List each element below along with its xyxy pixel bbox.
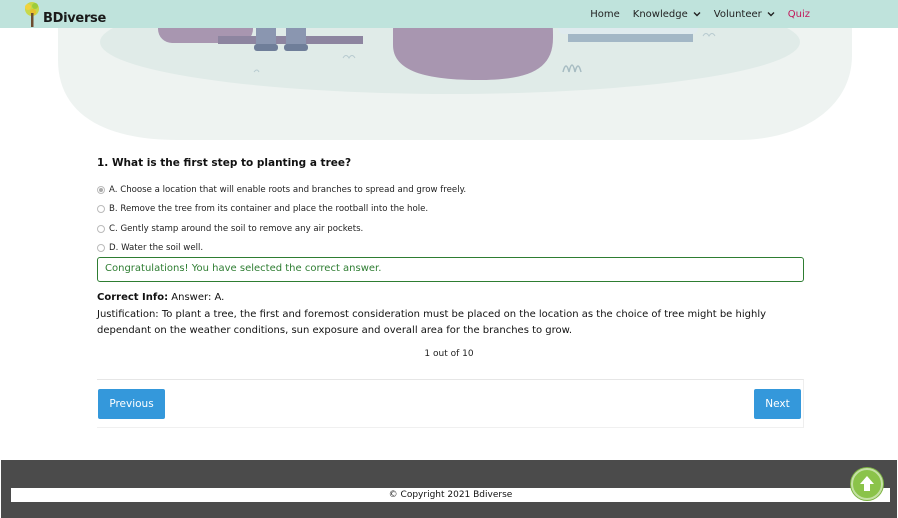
previous-button[interactable]: Previous <box>98 389 165 419</box>
option-d-radio[interactable] <box>97 244 105 253</box>
copyright-text: © Copyright 2021 Bdiverse <box>11 488 890 502</box>
arrow-up-icon <box>860 476 874 491</box>
next-button[interactable]: Next <box>754 389 801 419</box>
footer: © Copyright 2021 Bdiverse <box>1 460 897 518</box>
navigation-buttons: Previous Next <box>97 379 804 428</box>
nav-knowledge-label: Knowledge <box>632 8 688 20</box>
nav-knowledge[interactable]: Knowledge <box>633 9 701 20</box>
brand-name: BDiverse <box>43 11 107 26</box>
chevron-down-icon <box>693 12 701 17</box>
nav-home[interactable]: Home <box>590 9 620 20</box>
top-navbar: BDiverse Home Knowledge Volunteer Quiz <box>0 0 898 28</box>
correct-info-label: Correct Info: <box>97 292 169 303</box>
brand-logo[interactable]: BDiverse <box>22 1 106 27</box>
option-a-label: A. Choose a location that will enable ro… <box>109 184 467 195</box>
nav-volunteer[interactable]: Volunteer <box>714 9 775 20</box>
correct-info-answer: Answer: A. <box>171 292 225 303</box>
option-d-label: D. Water the soil well. <box>109 243 204 254</box>
question-text: 1. What is the first step to planting a … <box>97 157 352 169</box>
option-c-radio[interactable] <box>97 224 105 233</box>
nav-volunteer-label: Volunteer <box>713 8 762 20</box>
answer-options: A. Choose a location that will enable ro… <box>97 180 466 258</box>
justification-text: Justification: To plant a tree, the firs… <box>97 308 767 337</box>
option-a-radio[interactable] <box>97 185 105 194</box>
chevron-down-icon <box>767 12 775 17</box>
quiz-page: BDiverse Home Knowledge Volunteer Quiz 1… <box>0 0 898 518</box>
nav-home-label: Home <box>590 8 620 20</box>
main-nav: Home Knowledge Volunteer Quiz <box>577 0 810 28</box>
option-a[interactable]: A. Choose a location that will enable ro… <box>97 180 466 200</box>
option-c[interactable]: C. Gently stamp around the soil to remov… <box>97 219 466 239</box>
tree-logo-icon <box>25 2 39 27</box>
nav-quiz[interactable]: Quiz <box>788 9 810 20</box>
correct-info: Correct Info: Answer: A. Justification: … <box>97 290 787 340</box>
option-b[interactable]: B. Remove the tree from its container an… <box>97 200 466 220</box>
question-progress: 1 out of 10 <box>424 349 474 359</box>
option-c-label: C. Gently stamp around the soil to remov… <box>109 223 364 234</box>
scroll-to-top-button[interactable] <box>851 468 883 500</box>
result-message: Congratulations! You have selected the c… <box>97 257 804 282</box>
option-b-label: B. Remove the tree from its container an… <box>109 204 429 215</box>
option-b-radio[interactable] <box>97 205 105 214</box>
option-d[interactable]: D. Water the soil well. <box>97 239 466 259</box>
nav-quiz-label: Quiz <box>787 8 810 20</box>
